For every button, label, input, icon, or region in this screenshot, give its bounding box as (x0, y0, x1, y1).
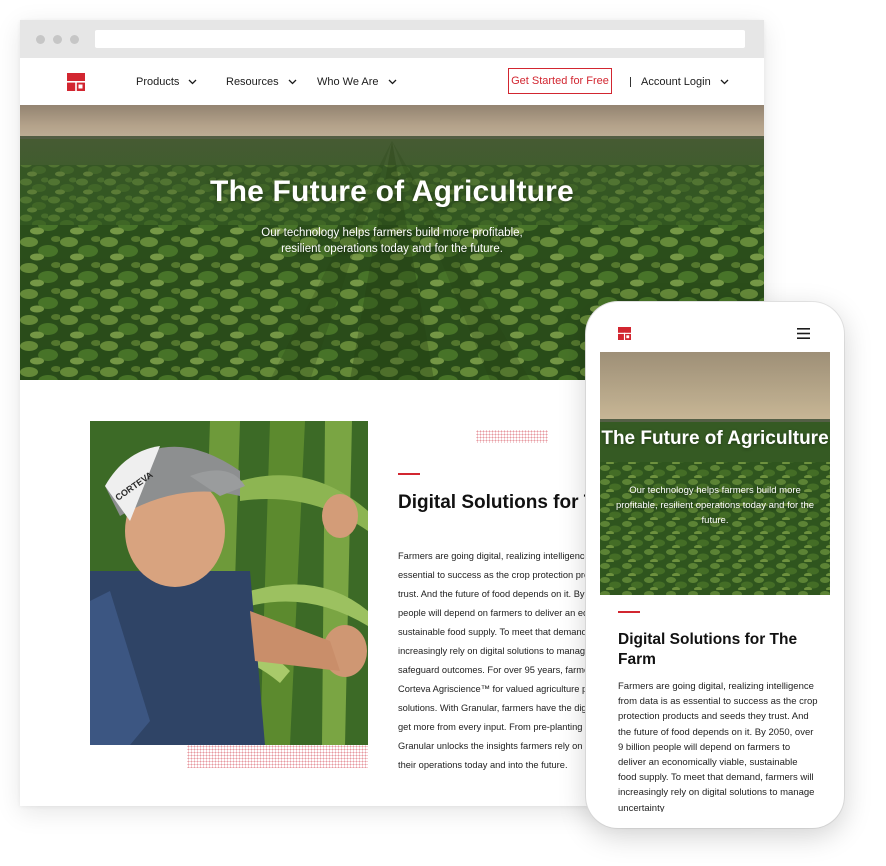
window-dot-icon (36, 35, 45, 44)
nav-item-label: Products (136, 75, 180, 88)
get-started-button[interactable]: Get Started for Free (508, 68, 612, 94)
decorative-dot-pattern (476, 430, 548, 443)
brand-logo-icon[interactable] (67, 73, 85, 91)
hero-title: The Future of Agriculture (210, 175, 574, 208)
nav-item-who-we-are[interactable]: Who We Are (317, 58, 397, 105)
window-dot-icon (70, 35, 79, 44)
farmer-image: CORTEVA (90, 421, 368, 745)
account-login-label: Account Login (641, 75, 711, 88)
crop-field-image (600, 352, 830, 595)
mobile-hero-title: The Future of Agriculture (601, 428, 829, 449)
get-started-label: Get Started for Free (511, 75, 609, 87)
nav-item-label: Who We Are (317, 75, 379, 88)
address-bar[interactable] (95, 30, 745, 48)
mobile-phone-mockup: The Future of Agriculture Our technology… (586, 302, 844, 828)
mobile-section-heading: Digital Solutions for The Farm (618, 631, 798, 668)
nav-item-products[interactable]: Products (136, 58, 197, 105)
window-dot-icon (53, 35, 62, 44)
account-login-button[interactable]: Account Login (641, 58, 729, 105)
mobile-hero-banner: The Future of Agriculture Our technology… (600, 352, 830, 595)
nav-item-resources[interactable]: Resources (226, 58, 297, 105)
nav-item-label: Resources (226, 75, 279, 88)
mobile-header (600, 316, 830, 352)
mobile-section-body: Farmers are going digital, realizing int… (618, 681, 818, 812)
chevron-down-icon (388, 79, 397, 84)
hamburger-menu-icon[interactable] (797, 328, 810, 339)
accent-rule (398, 473, 420, 475)
farmer-photo: CORTEVA (90, 421, 368, 745)
nav-separator (630, 77, 631, 87)
mobile-hero-subtitle: Our technology helps farmers build more … (615, 485, 815, 526)
top-navigation: Products Resources Who We Are Get Starte… (20, 58, 764, 105)
section-heading: Digital Solutions for T (398, 492, 596, 513)
hero-subtitle: Our technology helps farmers build more … (261, 227, 523, 255)
phone-screen: The Future of Agriculture Our technology… (600, 316, 830, 812)
browser-chrome (20, 20, 764, 58)
chevron-down-icon (288, 79, 297, 84)
brand-logo-icon[interactable] (618, 327, 631, 340)
chevron-down-icon (720, 79, 729, 84)
chevron-down-icon (188, 79, 197, 84)
accent-rule (618, 611, 640, 613)
decorative-dot-pattern (187, 745, 368, 768)
